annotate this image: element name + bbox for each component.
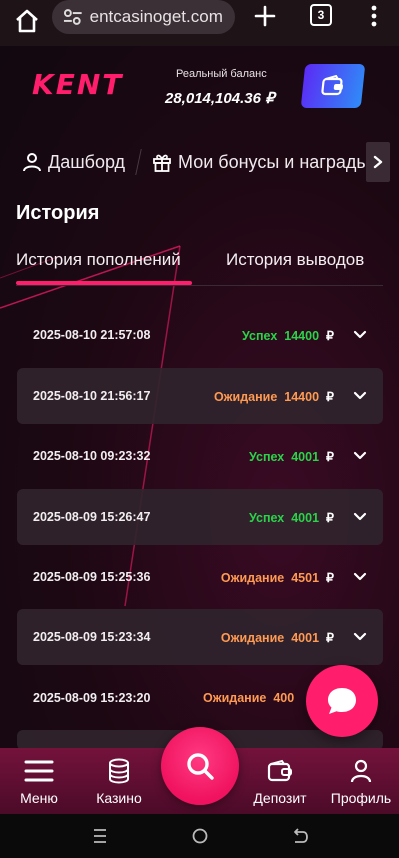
currency-symbol: ₽ bbox=[326, 570, 334, 585]
transaction-row[interactable]: 2025-08-09 15:26:47 Успех 4001 ₽ bbox=[17, 489, 383, 545]
transaction-row[interactable]: 2025-08-10 09:23:32 Успех 4001 ₽ bbox=[17, 428, 383, 484]
menu-icon bbox=[24, 760, 54, 782]
transaction-date: 2025-08-09 15:23:34 bbox=[33, 630, 151, 644]
bottom-nav-deposit[interactable]: Депозит bbox=[250, 748, 310, 814]
bottom-nav-menu[interactable]: Меню bbox=[14, 748, 64, 814]
transaction-amount: 4001 bbox=[291, 510, 320, 525]
chevron-right-icon bbox=[373, 155, 383, 169]
currency-symbol: ₽ bbox=[326, 389, 334, 404]
system-navigation-bar bbox=[0, 814, 399, 858]
transaction-date: 2025-08-10 09:23:32 bbox=[33, 449, 151, 463]
browser-toolbar: entcasinoget.com 3 bbox=[0, 0, 399, 46]
chevron-down-icon[interactable] bbox=[353, 330, 367, 340]
transaction-amount: 4001 bbox=[291, 449, 320, 464]
transaction-row[interactable]: 2025-08-09 15:23:34 Ожидание 4001 ₽ bbox=[17, 609, 383, 665]
bottom-nav-label: Меню bbox=[20, 790, 58, 806]
chevron-down-icon[interactable] bbox=[353, 572, 367, 582]
home-icon[interactable] bbox=[190, 826, 210, 846]
address-bar[interactable]: entcasinoget.com bbox=[52, 0, 235, 34]
coin-stack-icon bbox=[109, 758, 129, 784]
currency-symbol: ₽ bbox=[326, 328, 334, 343]
currency-symbol: ₽ bbox=[326, 510, 334, 525]
transaction-amount: 14400 bbox=[284, 328, 320, 343]
chevron-down-icon[interactable] bbox=[353, 391, 367, 401]
gift-icon bbox=[153, 154, 171, 172]
balance-value: 28,014,104.36 ₽ bbox=[165, 90, 275, 107]
balance-label: Реальный баланс bbox=[176, 68, 267, 80]
tab-switcher-button[interactable]: 3 bbox=[310, 4, 332, 26]
transaction-amount: 4001 bbox=[291, 630, 320, 645]
status-label: Ожидание bbox=[220, 570, 285, 585]
currency-symbol: ₽ bbox=[326, 449, 334, 464]
site-header: KENT Реальный баланс 28,014,104.36 ₽ bbox=[0, 46, 399, 136]
currency-symbol: ₽ bbox=[326, 630, 334, 645]
bottom-nav-label: Профиль bbox=[330, 790, 392, 806]
wallet-icon bbox=[267, 759, 292, 782]
search-button[interactable] bbox=[161, 727, 239, 805]
user-icon bbox=[23, 153, 41, 172]
transaction-status: Успех 4001 ₽ bbox=[249, 449, 334, 464]
home-icon[interactable] bbox=[14, 8, 40, 34]
chevron-down-icon[interactable] bbox=[353, 451, 367, 461]
transaction-date: 2025-08-10 21:56:17 bbox=[33, 389, 151, 403]
transaction-row[interactable]: 2025-08-10 21:56:17 Ожидание 14400 ₽ bbox=[17, 368, 383, 424]
transaction-amount: 4501 bbox=[291, 570, 320, 585]
page-content: KENT Реальный баланс 28,014,104.36 ₽ Даш… bbox=[0, 46, 399, 820]
wallet-button[interactable] bbox=[300, 64, 366, 108]
chevron-down-icon[interactable] bbox=[353, 512, 367, 522]
wallet-icon bbox=[321, 75, 344, 96]
transaction-status: Успех 4001 ₽ bbox=[249, 510, 334, 525]
support-chat-button[interactable] bbox=[306, 665, 378, 737]
transaction-status: Ожидание 4001 ₽ bbox=[221, 630, 334, 645]
transaction-row[interactable]: 2025-08-10 21:57:08 Успех 14400 ₽ bbox=[17, 307, 383, 363]
active-tab-indicator bbox=[16, 281, 192, 285]
tab-withdrawal-history[interactable]: История выводов bbox=[226, 250, 364, 270]
status-label: Ожидание bbox=[220, 630, 285, 645]
history-tabs: История пополнений История выводов bbox=[16, 246, 383, 286]
transaction-date: 2025-08-09 15:25:36 bbox=[33, 570, 151, 584]
account-nav: Дашборд Мои бонусы и награды bbox=[0, 142, 399, 188]
nav-item-dashboard[interactable]: Дашборд bbox=[22, 142, 125, 182]
tab-count: 3 bbox=[317, 8, 325, 22]
nav-divider bbox=[135, 149, 142, 175]
status-label: Ожидание bbox=[213, 389, 278, 404]
transaction-status: Ожидание 4501 ₽ bbox=[221, 570, 334, 585]
user-icon bbox=[350, 759, 372, 783]
chevron-down-icon[interactable] bbox=[353, 632, 367, 642]
tab-deposit-history[interactable]: История пополнений bbox=[16, 250, 181, 270]
nav-item-label: Мои бонусы и награды bbox=[178, 151, 370, 172]
kent-logo[interactable]: KENT bbox=[32, 68, 123, 101]
chat-bubble-icon bbox=[328, 688, 356, 714]
transaction-date: 2025-08-10 21:57:08 bbox=[33, 328, 151, 342]
new-tab-icon[interactable] bbox=[253, 4, 277, 28]
bottom-nav-label: Казино bbox=[96, 790, 142, 806]
transaction-status: Успех 14400 ₽ bbox=[242, 328, 334, 343]
nav-item-bonuses[interactable]: Мои бонусы и награды bbox=[152, 142, 369, 182]
transaction-status: Ожидание 14400 ₽ bbox=[214, 389, 334, 404]
nav-item-label: Дашборд bbox=[48, 151, 126, 172]
back-icon[interactable] bbox=[290, 826, 310, 846]
nav-scroll-next-button[interactable] bbox=[366, 142, 390, 182]
page-title: История bbox=[16, 202, 100, 224]
site-settings-icon[interactable] bbox=[62, 7, 84, 27]
status-label: Успех bbox=[242, 328, 278, 343]
url-text: entcasinoget.com bbox=[89, 7, 223, 26]
transaction-amount: 14400 bbox=[284, 389, 320, 404]
transaction-date: 2025-08-09 15:26:47 bbox=[33, 510, 151, 524]
status-label: Ожидание bbox=[203, 691, 267, 705]
transaction-date: 2025-08-09 15:23:20 bbox=[33, 691, 151, 705]
recent-apps-icon[interactable] bbox=[90, 826, 110, 846]
bottom-nav-profile[interactable]: Профиль bbox=[330, 748, 392, 814]
bottom-nav-casino[interactable]: Казино bbox=[92, 748, 146, 814]
more-vertical-icon[interactable] bbox=[364, 4, 384, 28]
bottom-nav-label: Депозит bbox=[253, 790, 307, 806]
search-icon bbox=[187, 753, 214, 780]
status-label: Успех bbox=[249, 510, 285, 525]
transaction-amount: 400 bbox=[273, 691, 295, 705]
transaction-row[interactable]: 2025-08-09 15:25:36 Ожидание 4501 ₽ bbox=[17, 549, 383, 605]
status-label: Успех bbox=[249, 449, 285, 464]
